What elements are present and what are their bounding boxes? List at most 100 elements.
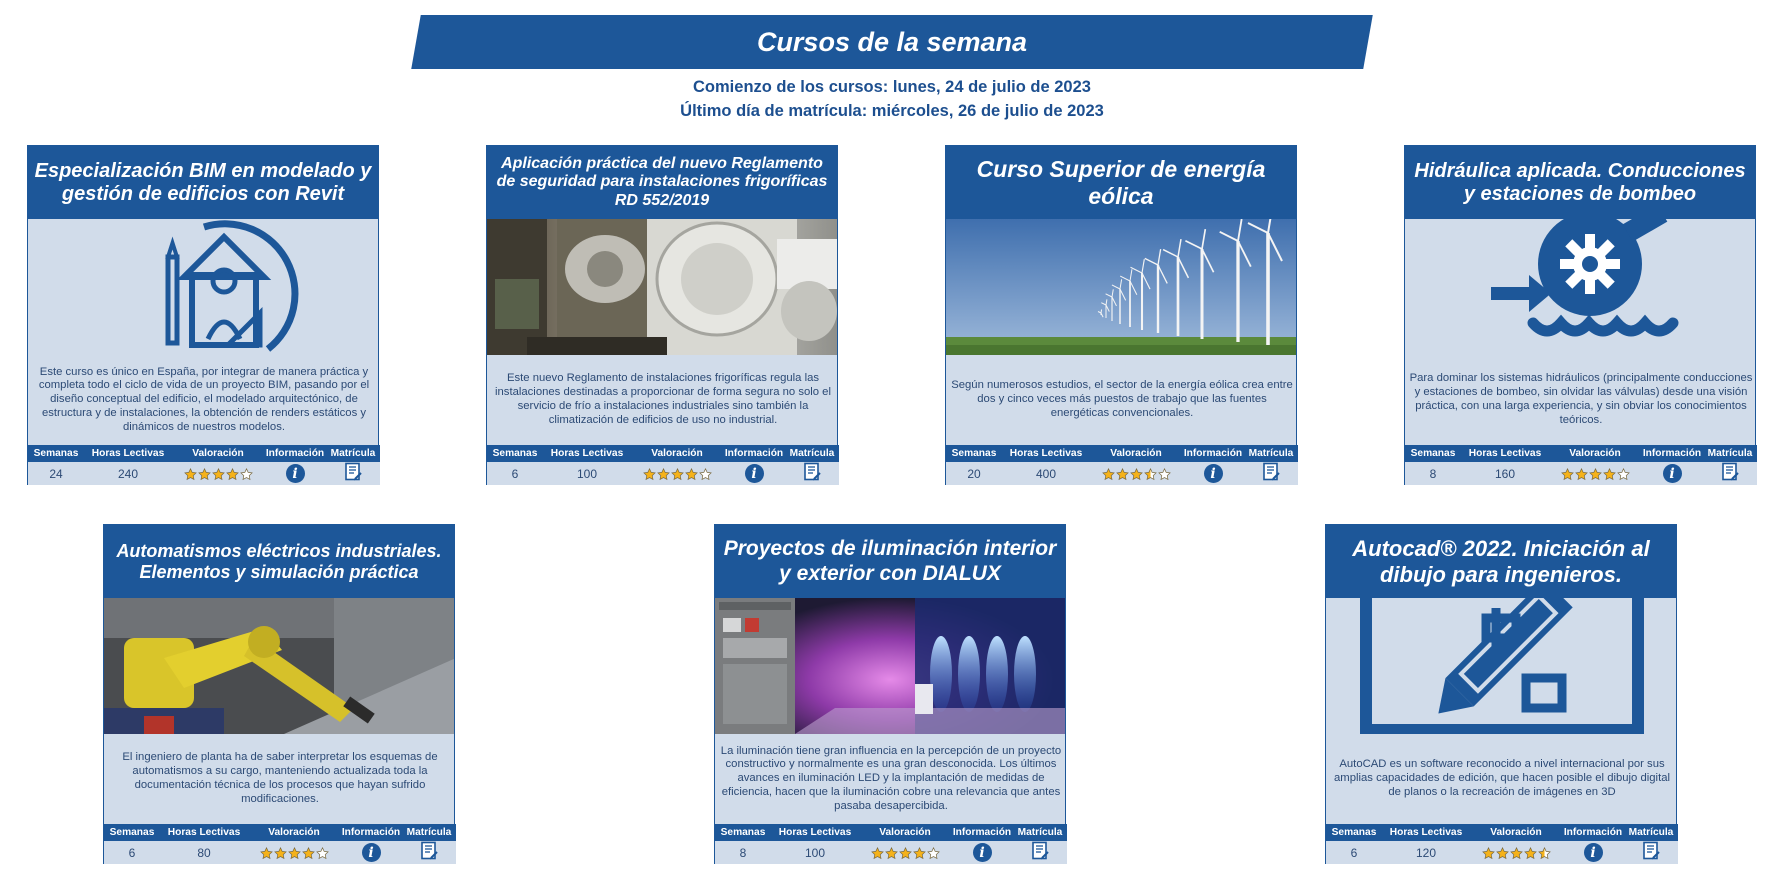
weeks-header: Semanas	[104, 824, 160, 841]
enroll-form-icon[interactable]	[1261, 462, 1281, 485]
rating-header: Valoración	[1090, 445, 1182, 462]
enroll-cell	[1624, 841, 1678, 864]
course-card[interactable]: Hidráulica aplicada. Conducciones y esta…	[1404, 145, 1757, 485]
wind-farm-photo[interactable]	[946, 219, 1296, 355]
info-icon[interactable]: i	[285, 464, 305, 483]
hours-value: 100	[543, 462, 631, 485]
hours-header: Horas Lectivas	[1461, 445, 1549, 462]
course-card[interactable]: Curso Superior de energía eólica Según n…	[945, 145, 1298, 485]
course-description: El ingeniero de planta ha de saber inter…	[122, 751, 438, 805]
info-icon[interactable]: i	[744, 464, 764, 483]
star-icon	[1129, 467, 1143, 481]
weeks-header: Semanas	[28, 445, 84, 462]
enroll-header: Matrícula	[785, 445, 839, 462]
course-start-date: Comienzo de los cursos: lunes, 24 de jul…	[693, 78, 1091, 96]
pump-gear-icon[interactable]	[1405, 219, 1755, 355]
course-title[interactable]: Automatismos eléctricos industriales. El…	[104, 525, 454, 598]
course-title[interactable]: Aplicación práctica del nuevo Reglamento…	[487, 146, 837, 219]
enroll-form-icon[interactable]	[343, 462, 363, 485]
star-icon	[1495, 846, 1509, 860]
hours-header: Horas Lectivas	[84, 445, 172, 462]
enroll-header: Matrícula	[402, 824, 456, 841]
course-title[interactable]: Autocad® 2022. Iniciación al dibujo para…	[1326, 525, 1676, 598]
course-info-table: Semanas Horas Lectivas Valoración Inform…	[1405, 445, 1757, 485]
enroll-cell	[1244, 462, 1298, 485]
star-icon	[183, 467, 197, 481]
course-card[interactable]: Aplicación práctica del nuevo Reglamento…	[486, 145, 839, 485]
weeks-header: Semanas	[946, 445, 1002, 462]
enroll-cell	[785, 462, 839, 485]
star-icon	[211, 467, 225, 481]
weeks-value: 6	[487, 462, 543, 485]
info-cell: i	[1182, 462, 1244, 485]
star-icon	[1588, 467, 1602, 481]
course-description: Para dominar los sistemas hidráulicos (p…	[1409, 372, 1753, 426]
info-cell: i	[723, 462, 785, 485]
info-icon[interactable]: i	[1583, 843, 1603, 862]
rating-stars	[631, 462, 723, 485]
info-icon[interactable]: i	[1662, 464, 1682, 483]
weeks-header: Semanas	[1326, 824, 1382, 841]
enroll-header: Matrícula	[1703, 445, 1757, 462]
enroll-form-icon[interactable]	[802, 462, 822, 485]
enroll-form-icon[interactable]	[1030, 841, 1050, 864]
course-info-table: Semanas Horas Lectivas Valoración Inform…	[1326, 824, 1678, 864]
course-title[interactable]: Especialización BIM en modelado y gestió…	[28, 146, 378, 219]
course-card[interactable]: Proyectos de iluminación interior y exte…	[714, 524, 1067, 864]
course-title[interactable]: Curso Superior de energía eólica	[946, 146, 1296, 219]
refrigeration-plant-photo[interactable]	[487, 219, 837, 355]
course-card[interactable]: Automatismos eléctricos industriales. El…	[103, 524, 456, 864]
hours-header: Horas Lectivas	[1002, 445, 1090, 462]
course-title[interactable]: Proyectos de iluminación interior y exte…	[715, 525, 1065, 598]
hours-header: Horas Lectivas	[543, 445, 631, 462]
hours-header: Horas Lectivas	[1382, 824, 1470, 841]
course-description: Este curso es único en España, por integ…	[38, 365, 370, 433]
star-icon	[656, 467, 670, 481]
info-icon[interactable]: i	[972, 843, 992, 862]
info-header: Información	[1562, 824, 1624, 841]
info-icon[interactable]: i	[1203, 464, 1223, 483]
course-info-table: Semanas Horas Lectivas Valoración Inform…	[28, 445, 380, 485]
info-header: Información	[723, 445, 785, 462]
star-icon	[1523, 846, 1537, 860]
star-icon	[1537, 846, 1551, 860]
cad-pencil-icon[interactable]	[1326, 598, 1676, 734]
bim-house-pencil-icon[interactable]	[28, 219, 378, 355]
star-icon	[1574, 467, 1588, 481]
star-icon	[197, 467, 211, 481]
star-icon	[1509, 846, 1523, 860]
enroll-cell	[326, 462, 380, 485]
enroll-cell	[1703, 462, 1757, 485]
course-description: La iluminación tiene gran influencia en …	[720, 744, 1062, 812]
star-icon	[684, 467, 698, 481]
star-icon	[259, 846, 273, 860]
course-card[interactable]: Autocad® 2022. Iniciación al dibujo para…	[1325, 524, 1678, 864]
info-header: Información	[1641, 445, 1703, 462]
info-icon[interactable]: i	[361, 843, 381, 862]
enroll-form-icon[interactable]	[419, 841, 439, 864]
star-icon	[1602, 467, 1616, 481]
star-icon	[225, 467, 239, 481]
rating-header: Valoración	[859, 824, 951, 841]
hours-value: 80	[160, 841, 248, 864]
info-cell: i	[1641, 462, 1703, 485]
enroll-form-icon[interactable]	[1641, 841, 1661, 864]
rating-stars	[1549, 462, 1641, 485]
rating-stars	[172, 462, 264, 485]
star-icon	[670, 467, 684, 481]
weeks-value: 20	[946, 462, 1002, 485]
course-title[interactable]: Hidráulica aplicada. Conducciones y esta…	[1405, 146, 1755, 219]
enroll-form-icon[interactable]	[1720, 462, 1740, 485]
dialux-render-photo[interactable]	[715, 598, 1065, 734]
course-info-table: Semanas Horas Lectivas Valoración Inform…	[715, 824, 1067, 864]
info-header: Información	[1182, 445, 1244, 462]
course-card[interactable]: Especialización BIM en modelado y gestió…	[27, 145, 380, 485]
enroll-header: Matrícula	[326, 445, 380, 462]
star-icon	[912, 846, 926, 860]
course-description: Este nuevo Reglamento de instalaciones f…	[495, 372, 831, 426]
industrial-robot-photo[interactable]	[104, 598, 454, 734]
star-icon	[1616, 467, 1630, 481]
course-info-table: Semanas Horas Lectivas Valoración Inform…	[946, 445, 1298, 485]
info-header: Información	[951, 824, 1013, 841]
course-description: Según numerosos estudios, el sector de l…	[951, 379, 1293, 419]
